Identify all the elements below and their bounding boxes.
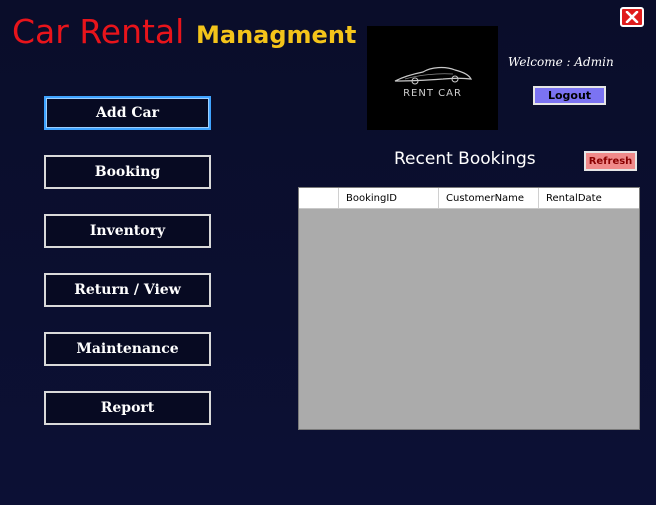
app-title: Car Rental [12,12,185,51]
row-header-cell[interactable] [299,188,339,208]
column-header-rentaldate[interactable]: RentalDate [539,188,639,208]
booking-button[interactable]: Booking [44,155,211,189]
recent-bookings-title: Recent Bookings [394,149,536,169]
report-button[interactable]: Report [44,391,211,425]
welcome-text: Welcome : Admin [508,55,614,69]
column-header-bookingid[interactable]: BookingID [339,188,439,208]
return-view-button[interactable]: Return / View [44,273,211,307]
inventory-button[interactable]: Inventory [44,214,211,248]
car-icon [394,66,473,85]
close-icon [625,11,639,23]
add-car-button[interactable]: Add Car [44,96,211,130]
logout-button[interactable]: Logout [533,86,606,105]
grid-header: BookingID CustomerName RentalDate [299,188,639,209]
logo-text: RENT CAR [403,88,462,99]
bookings-grid[interactable]: BookingID CustomerName RentalDate [298,187,640,430]
maintenance-button[interactable]: Maintenance [44,332,211,366]
close-button[interactable] [620,7,644,27]
refresh-button[interactable]: Refresh [584,151,637,171]
rent-car-logo: RENT CAR [367,26,498,130]
column-header-customername[interactable]: CustomerName [439,188,539,208]
app-subtitle: Managment [196,21,357,49]
